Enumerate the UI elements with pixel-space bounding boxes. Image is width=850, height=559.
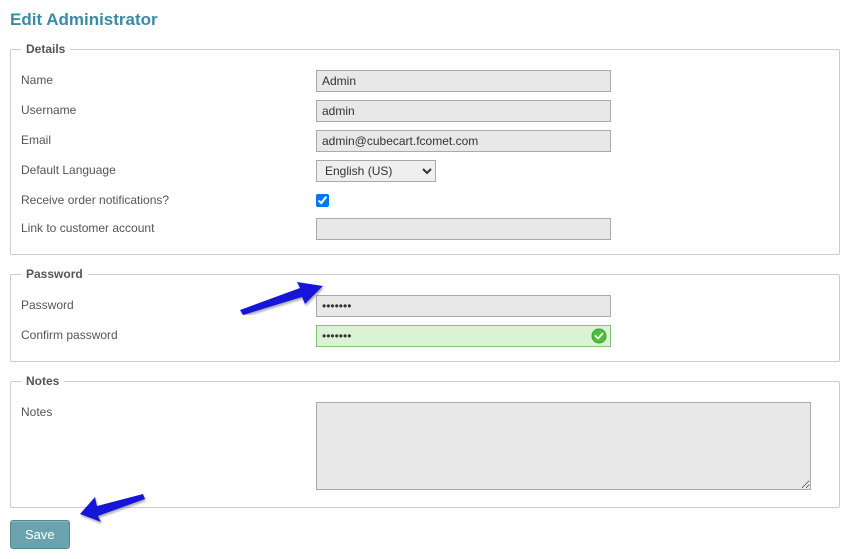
password-fieldset: Password Password Confirm password (10, 267, 840, 362)
notes-textarea[interactable] (316, 402, 811, 490)
email-label: Email (21, 130, 316, 147)
save-button[interactable]: Save (10, 520, 70, 549)
notes-fieldset: Notes Notes (10, 374, 840, 508)
password-input[interactable] (316, 295, 611, 317)
confirm-password-label: Confirm password (21, 325, 316, 342)
check-circle-icon (591, 328, 607, 344)
password-legend: Password (21, 267, 88, 281)
notifications-checkbox[interactable] (316, 194, 329, 207)
details-legend: Details (21, 42, 70, 56)
username-label: Username (21, 100, 316, 117)
name-input[interactable] (316, 70, 611, 92)
page-title: Edit Administrator (10, 10, 840, 30)
email-input[interactable] (316, 130, 611, 152)
customer-link-label: Link to customer account (21, 218, 316, 235)
language-label: Default Language (21, 160, 316, 177)
details-fieldset: Details Name Username Email Default Lang… (10, 42, 840, 255)
notes-legend: Notes (21, 374, 64, 388)
language-select[interactable]: English (US) (316, 160, 436, 182)
customer-link-input[interactable] (316, 218, 611, 240)
name-label: Name (21, 70, 316, 87)
password-label: Password (21, 295, 316, 312)
confirm-password-input[interactable] (316, 325, 611, 347)
username-input[interactable] (316, 100, 611, 122)
notes-label: Notes (21, 402, 316, 419)
notifications-label: Receive order notifications? (21, 190, 316, 207)
